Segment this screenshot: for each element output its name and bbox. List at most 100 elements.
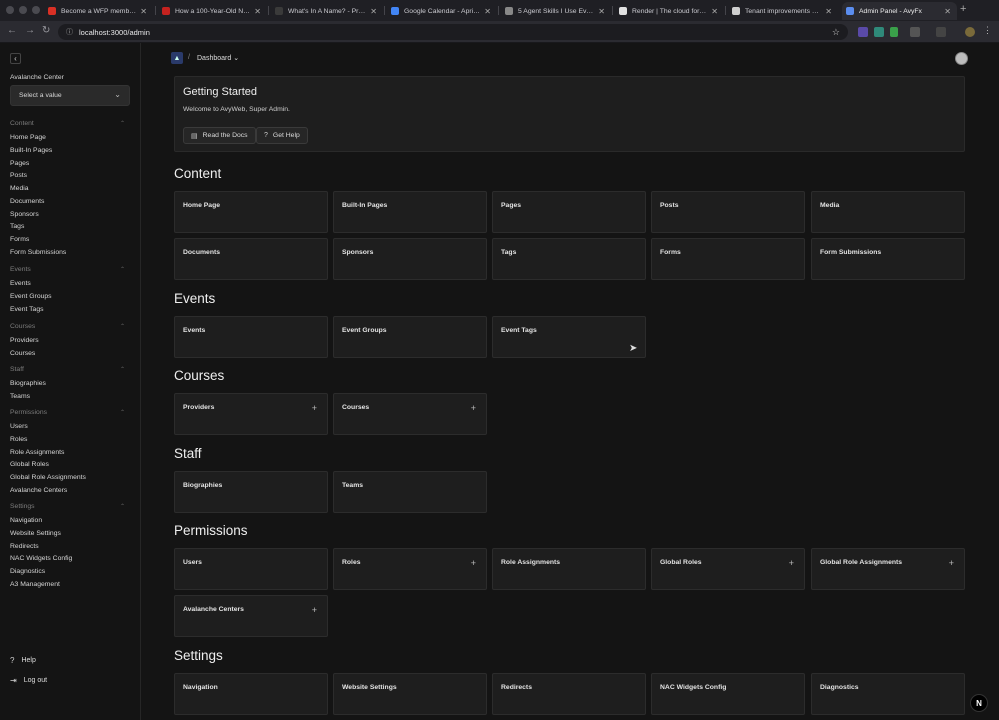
- forward-arrow-icon[interactable]: →: [25, 25, 35, 36]
- close-tab-icon[interactable]: ✕: [711, 7, 718, 16]
- bookmark-star-icon[interactable]: ☆: [832, 27, 840, 38]
- sidebar-item[interactable]: Diagnostics: [10, 568, 45, 575]
- close-tab-icon[interactable]: ✕: [254, 7, 261, 16]
- maximize-window-button[interactable]: [32, 6, 40, 14]
- sidebar-item[interactable]: Users: [10, 423, 28, 430]
- collection-card[interactable]: Avalanche Centers +: [174, 595, 328, 637]
- collection-card[interactable]: Media: [811, 191, 965, 233]
- sidebar-item[interactable]: Home Page: [10, 134, 46, 141]
- collection-card[interactable]: Event Groups: [333, 316, 487, 358]
- sidebar-group-title[interactable]: Events: [10, 266, 31, 273]
- add-icon[interactable]: +: [312, 403, 317, 413]
- browser-tab[interactable]: Tenant improvements on a ✕: [728, 2, 838, 20]
- address-bar[interactable]: ⓘ localhost:3000/admin ☆: [58, 24, 848, 40]
- collection-card[interactable]: Pages: [492, 191, 646, 233]
- chevron-up-icon[interactable]: ⌃: [120, 323, 125, 330]
- back-arrow-icon[interactable]: ←: [7, 25, 17, 36]
- collection-card[interactable]: Documents: [174, 238, 328, 280]
- collection-card[interactable]: Redirects: [492, 673, 646, 715]
- minimize-window-button[interactable]: [19, 6, 27, 14]
- sidebar-item[interactable]: Tags: [10, 223, 24, 230]
- close-tab-icon[interactable]: ✕: [825, 7, 832, 16]
- sidebar-item[interactable]: Redirects: [10, 543, 39, 550]
- browser-tab[interactable]: Render | The cloud for buil ✕: [615, 2, 724, 20]
- avatar[interactable]: [955, 52, 968, 65]
- extension-icon[interactable]: [874, 27, 884, 37]
- collection-card[interactable]: Built-In Pages: [333, 191, 487, 233]
- collection-card[interactable]: Global Roles +: [651, 548, 805, 590]
- sidebar-item[interactable]: Event Groups: [10, 293, 52, 300]
- help-link[interactable]: ? Help: [10, 656, 36, 665]
- extension-icon[interactable]: [858, 27, 868, 37]
- collection-card[interactable]: Home Page: [174, 191, 328, 233]
- sidebar-item[interactable]: Global Roles: [10, 461, 49, 468]
- collection-card[interactable]: Users: [174, 548, 328, 590]
- sidebar-item[interactable]: Event Tags: [10, 306, 44, 313]
- reload-icon[interactable]: ↻: [42, 25, 50, 36]
- sidebar-group-title[interactable]: Permissions: [10, 409, 47, 416]
- collection-card[interactable]: Global Role Assignments +: [811, 548, 965, 590]
- browser-tab[interactable]: What's In A Name? - Prote ✕: [271, 2, 383, 20]
- chevron-up-icon[interactable]: ⌃: [120, 409, 125, 416]
- browser-tab[interactable]: Become a WFP member - V ✕: [44, 2, 153, 20]
- sidebar-item[interactable]: Courses: [10, 350, 35, 357]
- collection-card[interactable]: Courses +: [333, 393, 487, 435]
- sidebar-group-title[interactable]: Staff: [10, 366, 24, 373]
- extensions-puzzle-icon[interactable]: [910, 27, 920, 37]
- collection-card[interactable]: Navigation: [174, 673, 328, 715]
- collection-card[interactable]: Posts: [651, 191, 805, 233]
- sidebar-item[interactable]: Global Role Assignments: [10, 474, 86, 481]
- new-tab-button[interactable]: +: [960, 3, 966, 15]
- browser-tab[interactable]: Google Calendar - April 20 ✕: [387, 2, 497, 20]
- sidepanel-icon[interactable]: [936, 27, 946, 37]
- sidebar-item[interactable]: Providers: [10, 337, 39, 344]
- close-tab-icon[interactable]: ✕: [944, 7, 951, 16]
- collection-card[interactable]: Forms: [651, 238, 805, 280]
- sidebar-item[interactable]: Posts: [10, 172, 27, 179]
- read-docs-button[interactable]: ▤ Read the Docs: [183, 127, 256, 144]
- logout-link[interactable]: ⇥ Log out: [10, 676, 47, 685]
- close-tab-icon[interactable]: ✕: [598, 7, 605, 16]
- collection-card[interactable]: Form Submissions: [811, 238, 965, 280]
- sidebar-item[interactable]: Avalanche Centers: [10, 487, 67, 494]
- get-help-button[interactable]: ? Get Help: [256, 127, 308, 144]
- chevron-up-icon[interactable]: ⌃: [120, 120, 125, 127]
- sidebar-item[interactable]: NAC Widgets Config: [10, 555, 72, 562]
- close-tab-icon[interactable]: ✕: [140, 7, 147, 16]
- collection-card[interactable]: NAC Widgets Config: [651, 673, 805, 715]
- sidebar-item[interactable]: Roles: [10, 436, 27, 443]
- add-icon[interactable]: +: [471, 403, 476, 413]
- sidebar-item[interactable]: Form Submissions: [10, 249, 66, 256]
- sidebar-group-title[interactable]: Settings: [10, 503, 35, 510]
- browser-tab[interactable]: Admin Panel - AvyFx ✕: [842, 2, 957, 20]
- breadcrumb[interactable]: Dashboard ⌄: [197, 54, 239, 62]
- collapse-sidebar-button[interactable]: ‹: [10, 53, 21, 64]
- sidebar-item[interactable]: Teams: [10, 393, 30, 400]
- add-icon[interactable]: +: [789, 558, 794, 568]
- add-icon[interactable]: +: [312, 605, 317, 615]
- close-window-button[interactable]: [6, 6, 14, 14]
- sidebar-item[interactable]: Sponsors: [10, 211, 39, 218]
- chevron-up-icon[interactable]: ⌃: [120, 366, 125, 373]
- collection-card[interactable]: Role Assignments: [492, 548, 646, 590]
- sidebar-item[interactable]: Events: [10, 280, 31, 287]
- site-info-icon[interactable]: ⓘ: [66, 27, 73, 37]
- sidebar-group-title[interactable]: Content: [10, 120, 34, 127]
- sidebar-item[interactable]: Built-In Pages: [10, 147, 52, 154]
- sidebar-item[interactable]: Role Assignments: [10, 449, 64, 456]
- sidebar-item[interactable]: Website Settings: [10, 530, 61, 537]
- collection-card[interactable]: Biographies: [174, 471, 328, 513]
- browser-tab[interactable]: How a 100-Year-Old Name ✕: [158, 2, 267, 20]
- sidebar-item[interactable]: Biographies: [10, 380, 46, 387]
- collection-card[interactable]: Diagnostics: [811, 673, 965, 715]
- sidebar-group-title[interactable]: Courses: [10, 323, 35, 330]
- collection-card[interactable]: Providers +: [174, 393, 328, 435]
- org-select[interactable]: Select a value ⌄: [10, 85, 130, 106]
- nextjs-badge[interactable]: N: [970, 694, 988, 712]
- extension-icon[interactable]: [890, 27, 898, 37]
- chevron-up-icon[interactable]: ⌃: [120, 266, 125, 273]
- sidebar-item[interactable]: Navigation: [10, 517, 42, 524]
- collection-card[interactable]: Roles +: [333, 548, 487, 590]
- sidebar-item[interactable]: Pages: [10, 160, 29, 167]
- add-icon[interactable]: +: [471, 558, 476, 568]
